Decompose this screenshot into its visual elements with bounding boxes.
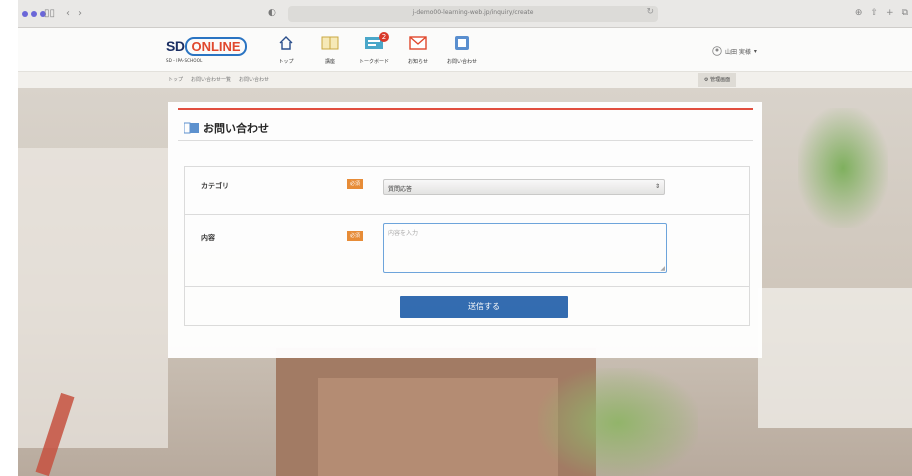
address-bar[interactable]: ◐ j-demo00-learning-web.jp/inquiry/creat…: [268, 6, 658, 22]
inquiry-icon: [442, 32, 482, 54]
site-logo[interactable]: SD ONLINE SD・IPA-SCHOOL: [166, 36, 247, 64]
inquiry-title-icon: [184, 122, 199, 134]
app-window: ▯▯ ‹ › ◐ j-demo00-learning-web.jp/inquir…: [18, 0, 912, 476]
bg-door-panel: [318, 378, 558, 476]
required-badge: 必須: [347, 231, 363, 241]
page-title-text: お問い合わせ: [203, 122, 269, 135]
download-icon[interactable]: ⊕: [855, 8, 863, 18]
inquiry-form: カテゴリ 必須 質問応答 ⇕ 内容 必須 内容を入力 ◢ 送信する: [184, 166, 750, 326]
nav-item-top[interactable]: トップ: [266, 32, 306, 65]
accent-bar: [178, 108, 753, 110]
nav-item-inquiry[interactable]: お問い合わせ: [442, 32, 482, 65]
required-badge: 必須: [347, 179, 363, 189]
title-divider: [178, 140, 753, 141]
content-row: 内容 必須 内容を入力 ◢: [185, 215, 749, 287]
nav-item-course[interactable]: 講座: [310, 32, 350, 65]
gear-icon: ⚙: [704, 77, 709, 83]
address-url: j-demo00-learning-web.jp/inquiry/create: [412, 9, 534, 16]
logo-subtitle: SD・IPA-SCHOOL: [166, 58, 203, 63]
bg-plant: [798, 108, 888, 228]
nav-label: トークボード: [358, 59, 389, 65]
site-header: SD ONLINE SD・IPA-SCHOOL トップ 講座 2 トークボード …: [18, 28, 912, 72]
inquiry-panel: お問い合わせ カテゴリ 必須 質問応答 ⇕ 内容 必須 内容を入力 ◢ 送信する: [168, 102, 762, 358]
submit-button[interactable]: 送信する: [400, 296, 568, 318]
home-icon: [266, 32, 306, 54]
bg-table: [758, 288, 912, 428]
browser-toolbar: ▯▯ ‹ › ◐ j-demo00-learning-web.jp/inquir…: [18, 0, 912, 28]
sidebar-icon[interactable]: ▯▯: [44, 8, 55, 19]
logo-online: ONLINE: [185, 37, 247, 56]
logo-sd: SD: [166, 38, 185, 54]
close-dot[interactable]: [22, 11, 28, 17]
breadcrumb-item-list[interactable]: お問い合わせ一覧: [191, 76, 231, 83]
category-row: カテゴリ 必須 質問応答 ⇕: [185, 167, 749, 215]
user-name: 山田 実様: [725, 48, 751, 56]
content-textarea[interactable]: 内容を入力 ◢: [383, 223, 667, 273]
privacy-shield-icon[interactable]: ◐: [268, 8, 276, 18]
breadcrumb-item-top[interactable]: トップ: [168, 76, 183, 83]
user-menu[interactable]: 山田 実様 ▾: [712, 46, 757, 56]
nav-label: お知らせ: [408, 59, 428, 65]
new-tab-icon[interactable]: +: [886, 8, 894, 18]
category-select[interactable]: 質問応答 ⇕: [383, 179, 665, 195]
admin-label: 管理画面: [710, 77, 731, 83]
category-label: カテゴリ: [201, 182, 229, 190]
bg-window: [18, 148, 168, 448]
user-avatar-icon: [712, 46, 722, 56]
browser-actions: ⊕ ⇧ + ⧉: [855, 8, 908, 18]
minimize-dot[interactable]: [31, 11, 37, 17]
forward-icon[interactable]: ›: [78, 8, 82, 19]
back-icon[interactable]: ‹: [66, 8, 70, 19]
main-nav: トップ 講座 2 トークボード お知らせ お問い合わせ: [266, 32, 486, 65]
notification-badge: 2: [379, 32, 389, 42]
breadcrumb-item-current: お問い合わせ: [239, 77, 270, 83]
resize-grip-icon[interactable]: ◢: [660, 265, 665, 272]
category-value: 質問応答: [388, 186, 413, 193]
nav-item-board[interactable]: 2 トークボード: [354, 32, 394, 65]
share-icon[interactable]: ⇧: [870, 8, 878, 18]
reload-icon[interactable]: ↻: [646, 7, 654, 17]
select-arrows-icon: ⇕: [654, 183, 660, 190]
content-placeholder: 内容を入力: [388, 230, 419, 237]
admin-link[interactable]: ⚙ 管理画面: [698, 73, 737, 87]
chevron-down-icon: ▾: [753, 47, 757, 55]
tabs-overview-icon[interactable]: ⧉: [902, 8, 908, 18]
window-controls[interactable]: [22, 11, 46, 17]
nav-label: 講座: [324, 59, 335, 65]
breadcrumb-bar: トップ お問い合わせ一覧 お問い合わせ ⚙ 管理画面: [18, 72, 912, 88]
nav-label: トップ: [278, 59, 294, 65]
nav-item-notice[interactable]: お知らせ: [398, 32, 438, 65]
nav-label: お問い合わせ: [446, 59, 477, 65]
page-title: お問い合わせ: [184, 120, 269, 136]
breadcrumb: トップ お問い合わせ一覧 お問い合わせ: [168, 76, 269, 83]
content-label: 内容: [201, 234, 215, 242]
submit-row: 送信する: [185, 287, 749, 325]
book-icon: [310, 32, 350, 54]
mail-icon: [398, 32, 438, 54]
bg-plant: [538, 368, 698, 476]
